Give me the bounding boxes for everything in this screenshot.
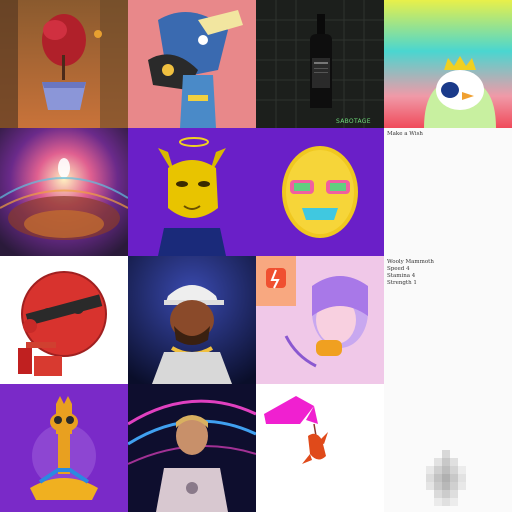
pixelated-blur-image: [384, 384, 512, 512]
yellow-dog-halo-image: [128, 128, 256, 256]
tile-pink-flower-creature[interactable]: [256, 384, 384, 512]
tile-penguin-king[interactable]: [384, 0, 512, 128]
penguin-king-image: [384, 0, 512, 128]
tile-pixelated-blur[interactable]: [384, 384, 512, 512]
woolly-mammoth-stats: Wooly Mammoth Speed 4 Stamina 4 Strength…: [387, 259, 434, 287]
tile-psychedelic-mandala[interactable]: [0, 128, 128, 256]
tile-dark-bottle[interactable]: SABOTAGE: [256, 0, 384, 128]
neon-avatar-man-image: [128, 384, 256, 512]
tile-red-robot-head[interactable]: [0, 256, 128, 384]
tile-mechanical-creature[interactable]: [128, 0, 256, 128]
nft-gallery-grid: SABOTAGE Make a Wish Wooly Mammoth Speed…: [0, 0, 512, 512]
giraffe-meditation-image: [0, 384, 128, 512]
tile-make-a-wish[interactable]: Make a Wish: [384, 128, 512, 256]
red-robot-head-image: [0, 256, 128, 384]
bonsai-tree-image: [0, 0, 128, 128]
tile-neon-avatar-man[interactable]: [128, 384, 256, 512]
mammoth-stamina: Stamina 4: [387, 273, 416, 279]
pop-art-woman-phone-image: [256, 256, 384, 384]
mammoth-name: Wooly Mammoth: [387, 259, 434, 265]
make-a-wish-caption: Make a Wish: [387, 131, 423, 138]
tile-yellow-dog-halo[interactable]: [128, 128, 256, 256]
tile-giraffe-meditation[interactable]: [0, 384, 128, 512]
tile-woolly-mammoth[interactable]: Wooly Mammoth Speed 4 Stamina 4 Strength…: [384, 256, 512, 384]
mechanical-creature-image: [128, 0, 256, 128]
psychedelic-mandala-image: [0, 128, 128, 256]
mammoth-strength: Strength 1: [387, 280, 417, 286]
bearded-man-cap-image: [128, 256, 256, 384]
tile-bonsai-tree[interactable]: [0, 0, 128, 128]
sabotage-label: SABOTAGE: [336, 118, 371, 125]
make-a-wish-title: Make a Wish: [387, 131, 423, 137]
fluffy-yellow-creature-image: [256, 128, 384, 256]
dark-bottle-image: [256, 0, 384, 128]
pink-flower-creature-image: [256, 384, 384, 512]
tile-pop-art-woman-phone[interactable]: [256, 256, 384, 384]
tile-bearded-man-cap[interactable]: [128, 256, 256, 384]
mammoth-speed: Speed 4: [387, 266, 410, 272]
tile-fluffy-yellow-creature[interactable]: [256, 128, 384, 256]
